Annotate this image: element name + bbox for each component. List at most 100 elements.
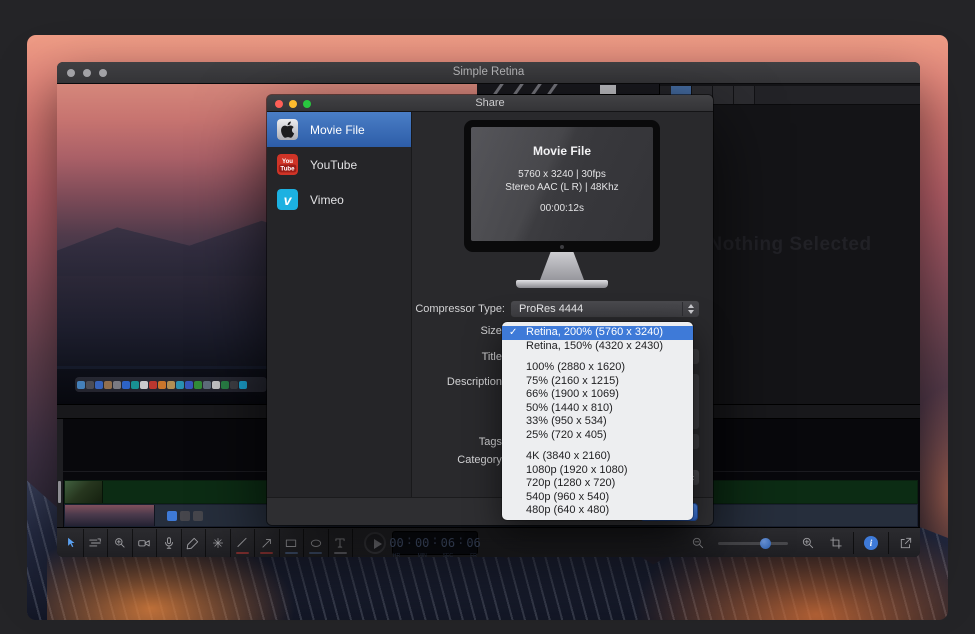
tags-label: Tags:	[367, 436, 505, 448]
dock-app-icon	[221, 381, 229, 389]
dock-app-icon	[230, 381, 238, 389]
size-option[interactable]: Retina, 150% (4320 x 2430)	[502, 340, 693, 354]
text-tool-button[interactable]	[329, 529, 354, 557]
size-option-label: 66% (1900 x 1069)	[526, 388, 619, 400]
share-destination-youtube[interactable]: YouTube v YouTube	[267, 147, 411, 182]
size-option-label: Retina, 200% (5760 x 3240)	[526, 326, 663, 338]
crop-button[interactable]	[822, 536, 850, 550]
dock-app-icon	[140, 381, 148, 389]
category-label: Category:	[367, 454, 505, 466]
timecode-seconds: 06	[441, 536, 455, 550]
dock-app-icon	[77, 381, 85, 389]
dock-app-icon	[158, 381, 166, 389]
zoom-in-button[interactable]	[794, 536, 822, 550]
timecode-frames: 06	[466, 536, 480, 550]
dock-app-icon	[122, 381, 130, 389]
badge-p[interactable]	[167, 511, 177, 521]
ruler-label	[140, 405, 210, 418]
arrow-tool-button[interactable]	[255, 529, 280, 557]
timecode-separator: :	[406, 534, 413, 554]
slider-knob[interactable]	[760, 538, 771, 549]
dock-app-icon	[203, 381, 211, 389]
share-destination-movie-file[interactable]: YouTube v Movie File	[267, 112, 411, 147]
size-label: Size:	[367, 325, 505, 337]
bottom-toolbar: 00HR : 00MIN : 06SEC : 06FR i	[57, 527, 920, 557]
compressor-type-popup[interactable]: ProRes 4444	[510, 300, 700, 318]
size-option[interactable]: 33% (950 x 534)	[502, 415, 693, 429]
size-option[interactable]: 66% (1900 x 1069)	[502, 388, 693, 402]
zoom-selection-tool-button[interactable]	[108, 529, 133, 557]
title-label: Title:	[367, 351, 505, 363]
size-option-label: 25% (720 x 405)	[526, 429, 607, 441]
monitor-stand	[540, 252, 584, 280]
size-option-label: Retina, 150% (4320 x 2430)	[526, 340, 663, 352]
dock-app-icon	[239, 381, 247, 389]
record-video-tool-button[interactable]	[133, 529, 158, 557]
size-option[interactable]: 4K (3840 x 2160)	[502, 450, 693, 464]
svg-text:v: v	[284, 192, 293, 208]
zoom-out-button[interactable]	[684, 536, 712, 550]
dock-app-icon	[113, 381, 121, 389]
play-icon	[374, 539, 382, 549]
toolbar-right-controls: i	[684, 528, 920, 557]
size-option-label: 100% (2880 x 1620)	[526, 361, 625, 373]
timeline-zoom-slider[interactable]	[718, 542, 788, 545]
dock-app-icon	[131, 381, 139, 389]
size-option[interactable]: 1080p (1920 x 1080)	[502, 464, 693, 478]
timecode-separator: :	[431, 534, 438, 554]
badge-m[interactable]	[180, 511, 190, 521]
size-option[interactable]: 480p (640 x 480)	[502, 504, 693, 518]
monitor-base	[516, 280, 608, 288]
line-tool-button[interactable]	[231, 529, 256, 557]
screenshot-frame: Simple Retina Nothing Selected	[0, 0, 975, 634]
snowflake-tool-button[interactable]	[206, 529, 231, 557]
size-option[interactable]: 540p (960 x 540)	[502, 491, 693, 505]
tool-underline	[285, 552, 298, 554]
share-dialog: Share YouTube v Movie File YouTube v Y	[267, 95, 713, 525]
info-icon: i	[864, 536, 878, 550]
dialog-titlebar: Share	[267, 95, 713, 112]
stepper-icon	[682, 302, 698, 316]
info-button[interactable]: i	[857, 536, 885, 550]
timecode-separator: :	[457, 534, 464, 554]
dock-app-icon	[149, 381, 157, 389]
compressor-type-label: Compressor Type:	[367, 303, 505, 315]
ruler-label	[910, 405, 920, 418]
badge-k[interactable]	[193, 511, 203, 521]
track-grip[interactable]	[58, 481, 61, 503]
share-destination-vimeo[interactable]: YouTube v Vimeo	[267, 182, 411, 217]
app-window: Simple Retina Nothing Selected	[57, 62, 920, 557]
tool-underline	[334, 552, 347, 554]
tab-project-info[interactable]	[734, 86, 755, 104]
pen-tool-button[interactable]	[182, 529, 207, 557]
svg-text:You: You	[282, 158, 293, 165]
tab-media[interactable]	[713, 86, 734, 104]
ellipse-tool-button[interactable]	[304, 529, 329, 557]
rectangle-tool-button[interactable]	[280, 529, 305, 557]
size-option-label: 720p (1280 x 720)	[526, 477, 615, 489]
dock-app-icon	[212, 381, 220, 389]
select-tool-button[interactable]	[59, 529, 84, 557]
size-option[interactable]: 50% (1440 x 810)	[502, 402, 693, 416]
size-option[interactable]: 75% (2160 x 1215)	[502, 375, 693, 389]
timecode-unit: MIN	[415, 553, 429, 557]
vimeo-icon: YouTube v	[277, 189, 298, 210]
record-audio-tool-button[interactable]	[157, 529, 182, 557]
dock-app-icon	[194, 381, 202, 389]
monitor-screen: Movie File 5760 x 3240 | 30fps Stereo AA…	[471, 127, 653, 241]
clip-thumbnail	[65, 481, 103, 503]
toolbar-separator	[888, 532, 889, 554]
play-button[interactable]	[364, 532, 386, 554]
export-preview-monitor: Movie File 5760 x 3240 | 30fps Stereo AA…	[464, 120, 660, 288]
size-option[interactable]: ✓ Retina, 200% (5760 x 3240)	[502, 326, 693, 340]
share-export-button[interactable]	[892, 536, 920, 550]
size-option[interactable]: 720p (1280 x 720)	[502, 477, 693, 491]
tool-underline	[260, 552, 273, 554]
size-option[interactable]: 25% (720 x 405)	[502, 429, 693, 443]
dialog-title: Share	[267, 97, 713, 109]
size-option-label: 480p (640 x 480)	[526, 504, 609, 516]
track-select-tool-button[interactable]	[84, 529, 109, 557]
size-option-label: 4K (3840 x 2160)	[526, 450, 610, 462]
clip-badges	[167, 511, 203, 521]
size-option[interactable]: 100% (2880 x 1620)	[502, 361, 693, 375]
